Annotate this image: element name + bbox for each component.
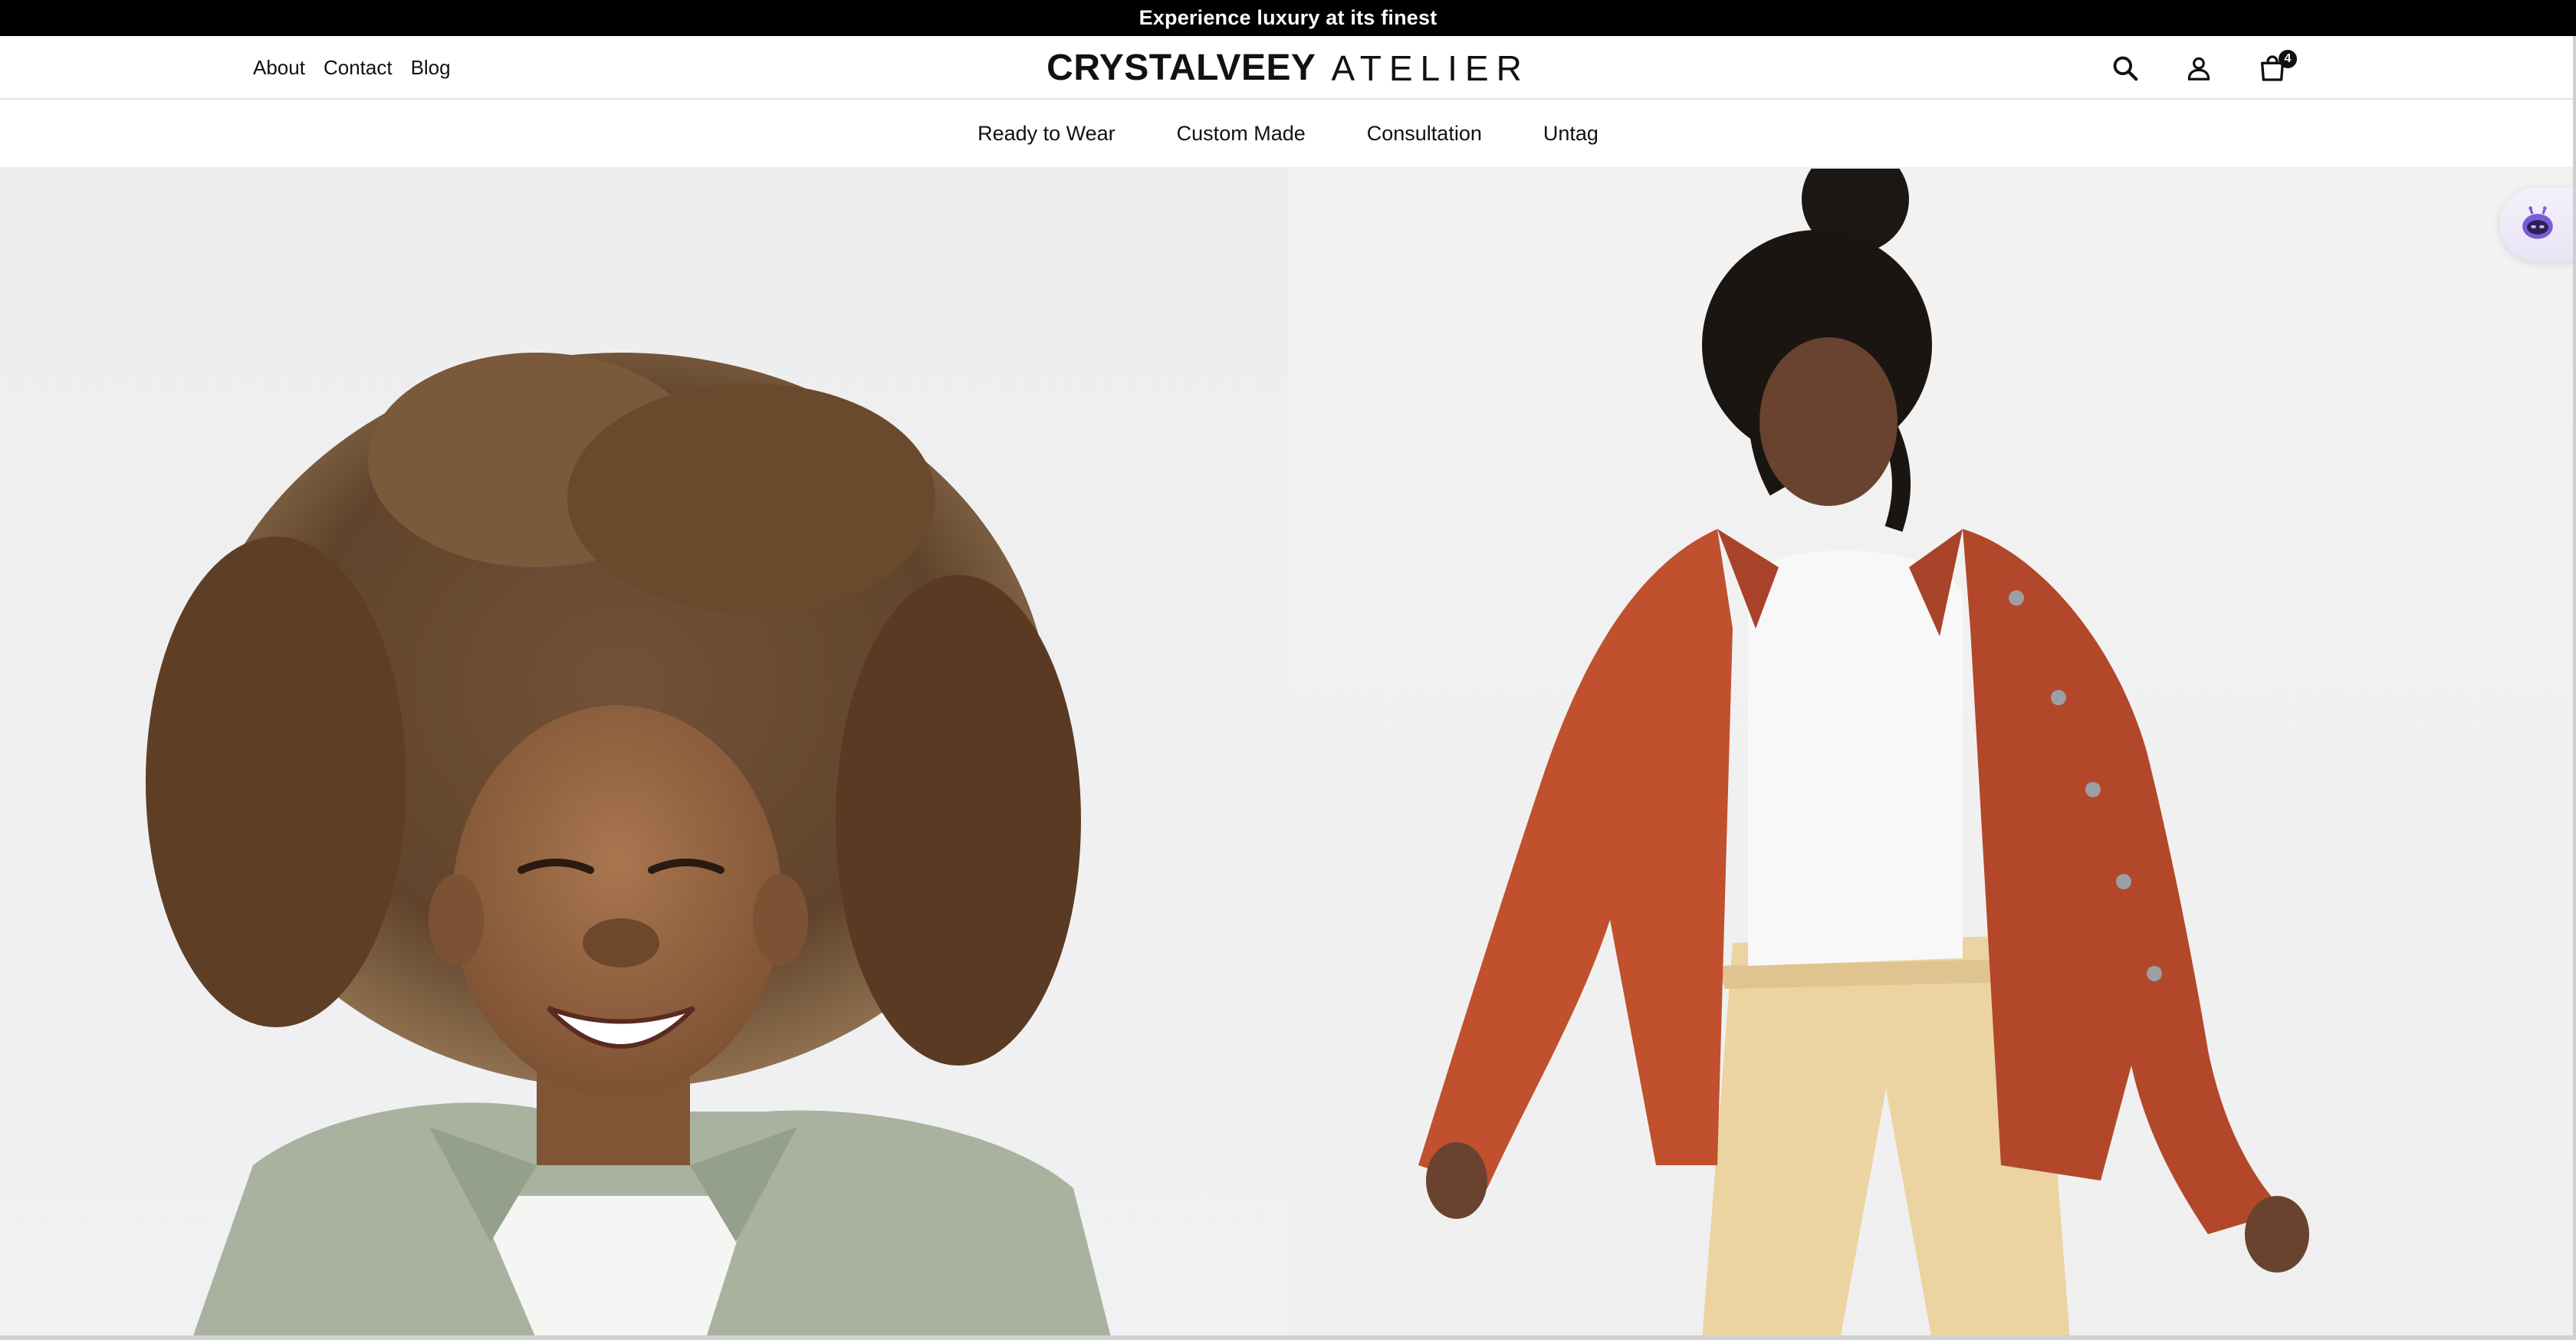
main-nav: Ready to Wear Custom Made Consultation U… xyxy=(0,100,2576,169)
child-portrait-illustration xyxy=(146,353,1112,1340)
bottom-divider xyxy=(0,1335,2576,1340)
hero-image-right[interactable] xyxy=(1288,169,2576,1340)
nav-link-contact[interactable]: Contact xyxy=(324,56,393,80)
nav-item-custom-made[interactable]: Custom Made xyxy=(1177,122,1306,146)
search-button[interactable] xyxy=(2108,51,2142,85)
announcement-text: Experience luxury at its finest xyxy=(1138,6,1438,29)
chat-assistant-button[interactable] xyxy=(2499,188,2576,261)
hero-banner xyxy=(0,169,2576,1340)
header-icons: 4 xyxy=(2108,36,2297,100)
cart-count-badge: 4 xyxy=(2279,49,2297,68)
logo-brand[interactable]: CRYSTALVEEY xyxy=(1046,47,1316,89)
user-icon xyxy=(2187,57,2210,80)
cart-button[interactable]: 4 xyxy=(2256,49,2297,85)
robot-icon xyxy=(2522,206,2553,239)
site-header: About Contact Blog CRYSTALVEEY ATELIER 4 xyxy=(0,36,2576,100)
nav-link-blog[interactable]: Blog xyxy=(411,56,451,80)
search-icon xyxy=(2113,56,2138,80)
account-button[interactable] xyxy=(2182,51,2216,85)
nav-item-consultation[interactable]: Consultation xyxy=(1367,122,1482,146)
model-jacket-illustration xyxy=(1418,169,2309,1340)
hero-image-left[interactable] xyxy=(0,169,1288,1340)
logo-subtitle[interactable]: ATELIER xyxy=(1332,48,1530,89)
scrollbar-edge[interactable] xyxy=(2573,36,2576,1340)
utility-nav: About Contact Blog xyxy=(253,36,451,100)
nav-item-untag[interactable]: Untag xyxy=(1543,122,1598,146)
announcement-bar: Experience luxury at its finest xyxy=(0,0,2576,36)
nav-link-about[interactable]: About xyxy=(253,56,305,80)
nav-item-ready-to-wear[interactable]: Ready to Wear xyxy=(978,122,1116,146)
